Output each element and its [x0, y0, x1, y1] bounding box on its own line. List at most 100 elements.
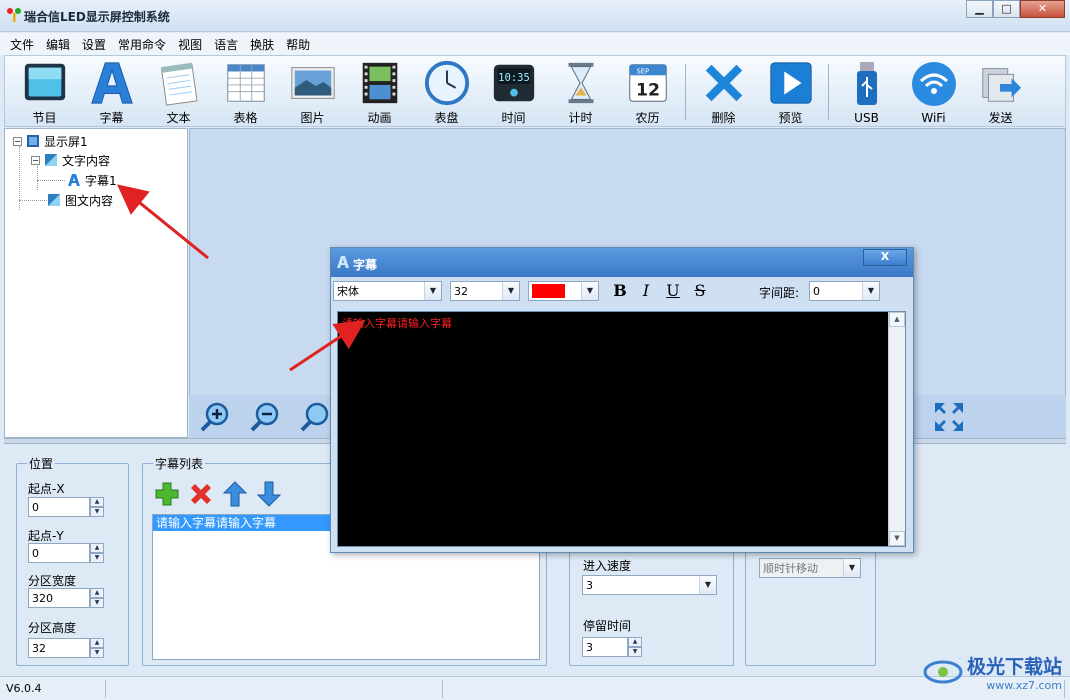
width-field[interactable] [28, 588, 90, 608]
speed-select[interactable]: 3 ▼ [582, 575, 717, 595]
spin-up-icon[interactable]: ▲ [628, 637, 642, 647]
calendar-button[interactable]: SEP 12 农历 [614, 56, 681, 126]
table-button[interactable]: 表格 [212, 56, 279, 126]
move-up-icon[interactable] [222, 480, 248, 508]
menu-language[interactable]: 语言 [208, 33, 244, 55]
subtitle-button[interactable]: 字幕 [78, 56, 145, 126]
tree-node-image-text[interactable]: 图文内容 [47, 191, 113, 209]
letter-a-icon [337, 256, 349, 268]
maximize-button[interactable]: □ [993, 0, 1020, 18]
delete-button[interactable]: 删除 [690, 56, 757, 126]
move-down-icon[interactable] [256, 480, 282, 508]
program-tree: − 显示屏1 − 文字内容 字幕1 图文内容 [4, 128, 188, 438]
usb-button[interactable]: USB [833, 56, 900, 126]
send-button[interactable]: 发送 [967, 56, 1034, 126]
svg-text:10:35: 10:35 [498, 72, 530, 84]
spin-down-icon[interactable]: ▼ [628, 647, 642, 657]
menu-view[interactable]: 视图 [172, 33, 208, 55]
subtitle-text-editor[interactable]: 请输入字幕请输入字幕 ▲ ▼ [337, 311, 906, 547]
italic-button[interactable]: I [637, 281, 655, 301]
tree-node-text-content[interactable]: − 文字内容 [31, 151, 110, 169]
text-button[interactable]: 文本 [145, 56, 212, 126]
app-logo-icon [7, 8, 21, 22]
font-color-select[interactable]: ▼ [528, 281, 599, 301]
spin-down-icon[interactable]: ▼ [90, 507, 104, 517]
editor-scrollbar[interactable]: ▲ ▼ [888, 312, 905, 546]
dialog-title: 字幕 [353, 258, 378, 272]
digital-clock-icon: 10:35 [493, 64, 534, 102]
menu-file[interactable]: 文件 [4, 33, 40, 55]
menu-common-commands[interactable]: 常用命令 [112, 33, 172, 55]
spin-up-icon[interactable]: ▲ [90, 638, 104, 648]
usb-drive-icon [856, 62, 877, 105]
hourglass-icon [568, 62, 593, 104]
font-select[interactable]: 宋体 ▼ [333, 281, 442, 301]
fullscreen-icon[interactable] [933, 401, 965, 433]
char-spacing-label: 字间距: [759, 286, 800, 300]
height-field[interactable] [28, 638, 90, 658]
underline-button[interactable]: U [664, 281, 682, 301]
program-button[interactable]: 节目 [11, 56, 78, 126]
version-label: V6.0.4 [2, 680, 106, 698]
letter-a-icon [68, 174, 80, 186]
font-size-select[interactable]: 32 ▼ [450, 281, 520, 301]
char-spacing-select[interactable]: 0 ▼ [809, 281, 880, 301]
time-button[interactable]: 10:35 时间 [480, 56, 547, 126]
add-icon[interactable] [154, 481, 180, 507]
spin-up-icon[interactable]: ▲ [90, 497, 104, 507]
strikethrough-button[interactable]: S [691, 281, 709, 301]
tree-node-screen1[interactable]: − 显示屏1 [13, 132, 88, 150]
start-y-field[interactable] [28, 543, 90, 563]
collapse-toggle[interactable]: − [13, 136, 22, 146]
image-button[interactable]: 图片 [279, 56, 346, 126]
play-icon [769, 62, 812, 104]
width-stepper[interactable]: ▲▼ [28, 588, 104, 608]
menu-help[interactable]: 帮助 [280, 33, 316, 55]
start-y-stepper[interactable]: ▲▼ [28, 543, 104, 563]
watermark-name: 极光下载站 [966, 656, 1062, 678]
clock-icon [424, 60, 469, 106]
window-title: 瑞合信LED显示屏控制系统 [24, 10, 170, 24]
remove-icon[interactable] [188, 481, 214, 507]
scroll-down-icon[interactable]: ▼ [889, 531, 905, 546]
height-stepper[interactable]: ▲▼ [28, 638, 104, 658]
status-cell [108, 680, 443, 698]
menu-edit[interactable]: 编辑 [40, 33, 76, 55]
animation-button[interactable]: 动画 [346, 56, 413, 126]
picture-icon [290, 67, 335, 99]
minimize-button[interactable]: ▁ [966, 0, 993, 18]
zoom-in-icon[interactable] [199, 401, 231, 433]
subtitle-text[interactable]: 请输入字幕请输入字幕 [342, 315, 452, 331]
program-icon [24, 63, 65, 101]
area-icon [45, 154, 57, 166]
wifi-button[interactable]: WiFi [900, 56, 967, 126]
stay-time-label: 停留时间 [583, 619, 632, 633]
collapse-toggle[interactable]: − [31, 155, 40, 165]
toolbar-separator [685, 64, 686, 120]
tree-node-subtitle1[interactable]: 字幕1 [67, 171, 117, 189]
stay-time-field[interactable] [582, 637, 628, 657]
zoom-out-icon[interactable] [249, 401, 281, 433]
spin-down-icon[interactable]: ▼ [90, 598, 104, 608]
spin-up-icon[interactable]: ▲ [90, 543, 104, 553]
delete-x-icon [705, 64, 742, 102]
menu-settings[interactable]: 设置 [76, 33, 112, 55]
spin-down-icon[interactable]: ▼ [90, 648, 104, 658]
timer-button[interactable]: 计时 [547, 56, 614, 126]
height-label: 分区高度 [28, 621, 77, 635]
film-icon [362, 62, 397, 104]
zoom-fit-icon[interactable] [299, 401, 331, 433]
close-button[interactable]: ✕ [1020, 0, 1065, 18]
spin-down-icon[interactable]: ▼ [90, 553, 104, 563]
menu-skin[interactable]: 换肤 [244, 33, 280, 55]
dialog-close-button[interactable]: X [863, 249, 907, 266]
preview-button[interactable]: 预览 [757, 56, 824, 126]
bold-button[interactable]: B [611, 281, 629, 301]
clock-dial-button[interactable]: 表盘 [413, 56, 480, 126]
start-x-field[interactable] [28, 497, 90, 517]
stay-time-stepper[interactable]: ▲▼ [582, 637, 658, 657]
spin-up-icon[interactable]: ▲ [90, 588, 104, 598]
start-x-stepper[interactable]: ▲▼ [28, 497, 104, 517]
dialog-title-bar[interactable]: 字幕 X [331, 248, 913, 277]
scroll-up-icon[interactable]: ▲ [889, 312, 905, 327]
